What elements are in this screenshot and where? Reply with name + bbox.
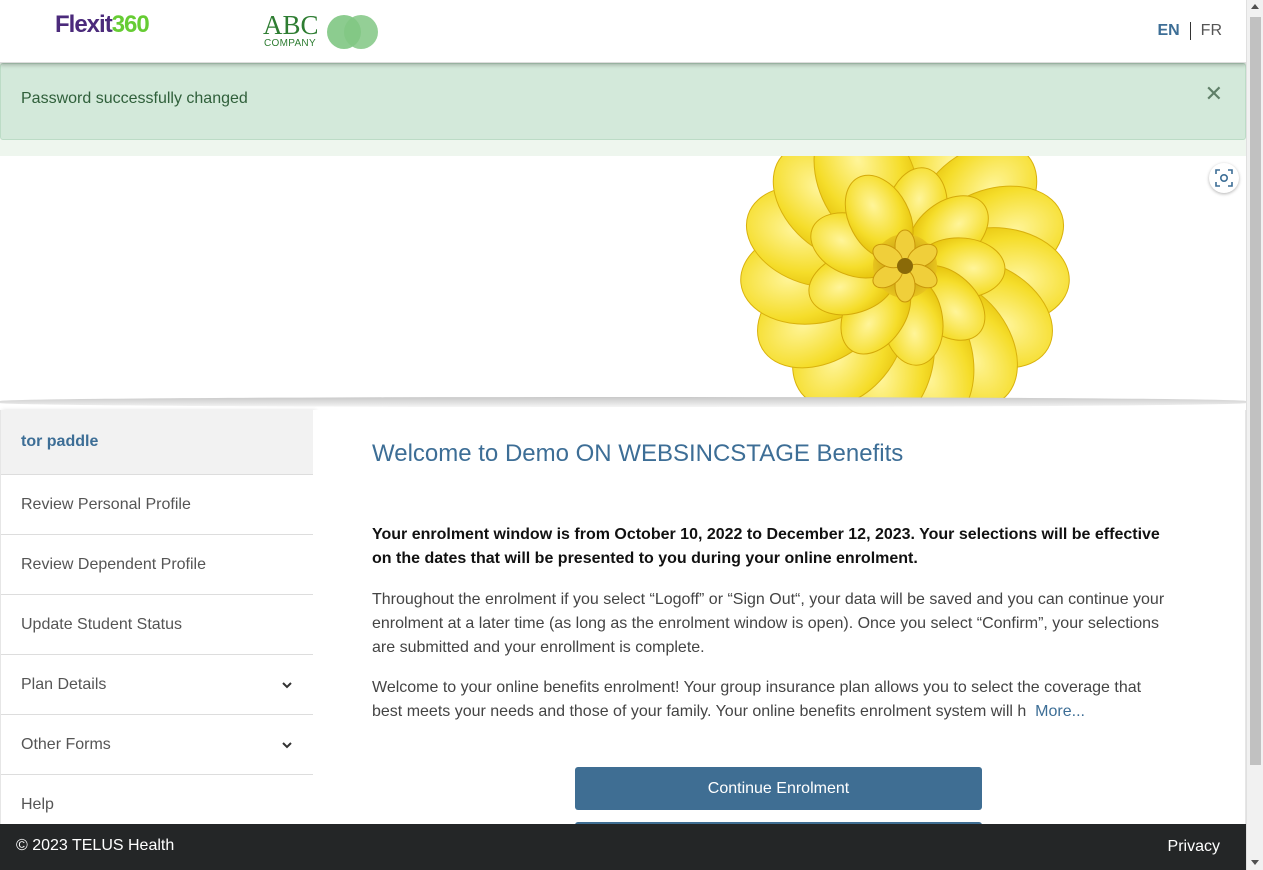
more-link[interactable]: More... (1035, 703, 1085, 720)
sidebar-item-label: Review Dependent Profile (21, 555, 206, 573)
sidebar-item-label: Other Forms (21, 735, 111, 753)
welcome-paragraph: Welcome to your online benefits enrolmen… (372, 676, 1172, 724)
page: Flexit360 ABC COMPANY EN FR Password suc… (0, 0, 1246, 870)
sidebar-item-review-dependent-profile[interactable]: Review Dependent Profile (1, 535, 313, 595)
sidebar-item-plan-details[interactable]: Plan Details (1, 655, 313, 715)
abc-company-logo: ABC COMPANY (263, 12, 383, 52)
yellow-flower-image (740, 156, 1070, 400)
enrolment-info-paragraph: Throughout the enrolment if you select “… (372, 591, 1165, 656)
flexit360-logo[interactable]: Flexit360 (55, 11, 150, 39)
sidebar-nav: tor paddle Review Personal Profile Revie… (0, 410, 314, 835)
close-icon[interactable]: ✕ (1205, 81, 1223, 107)
sidebar-item-label: Plan Details (21, 675, 107, 693)
chevron-down-icon (282, 741, 292, 748)
sidebar-user-name[interactable]: tor paddle (1, 410, 313, 475)
continue-enrolment-button[interactable]: Continue Enrolment (575, 767, 982, 810)
sidebar-item-label: Update Student Status (21, 615, 182, 633)
privacy-link[interactable]: Privacy (1168, 838, 1220, 856)
success-alert: Password successfully changed ✕ (0, 63, 1246, 140)
top-header: Flexit360 ABC COMPANY EN FR (0, 0, 1246, 63)
focus-icon[interactable] (1209, 163, 1239, 193)
sidebar-item-label: Help (21, 795, 54, 813)
scroll-up-arrow-icon[interactable] (1251, 4, 1259, 9)
copyright-text: © 2023 TELUS Health (16, 837, 175, 854)
language-switcher: EN FR (1157, 22, 1222, 40)
sidebar-item-other-forms[interactable]: Other Forms (1, 715, 313, 775)
chevron-down-icon (282, 681, 292, 688)
sidebar-item-update-student-status[interactable]: Update Student Status (1, 595, 313, 655)
lang-en-link[interactable]: EN (1157, 22, 1191, 40)
lang-fr-link[interactable]: FR (1191, 22, 1222, 40)
alert-message: Password successfully changed (21, 90, 248, 107)
sidebar-item-label: Review Personal Profile (21, 495, 191, 513)
logo-circle-right (344, 15, 378, 49)
scroll-down-arrow-icon[interactable] (1251, 860, 1259, 865)
hero-divider-shadow (0, 397, 1246, 407)
hero-banner (0, 156, 1246, 400)
sidebar-item-review-personal-profile[interactable]: Review Personal Profile (1, 475, 313, 535)
vertical-scrollbar[interactable] (1246, 0, 1263, 870)
page-title: Welcome to Demo ON WEBSINCSTAGE Benefits (372, 440, 904, 467)
scrollbar-thumb[interactable] (1250, 17, 1261, 765)
enrolment-window-text: Your enrolment window is from October 10… (372, 526, 1160, 567)
footer: © 2023 TELUS Health Privacy (0, 824, 1246, 870)
welcome-paragraph-text: Welcome to your online benefits enrolmen… (372, 679, 1142, 720)
main-content: Welcome to Demo ON WEBSINCSTAGE Benefits… (313, 410, 1246, 842)
